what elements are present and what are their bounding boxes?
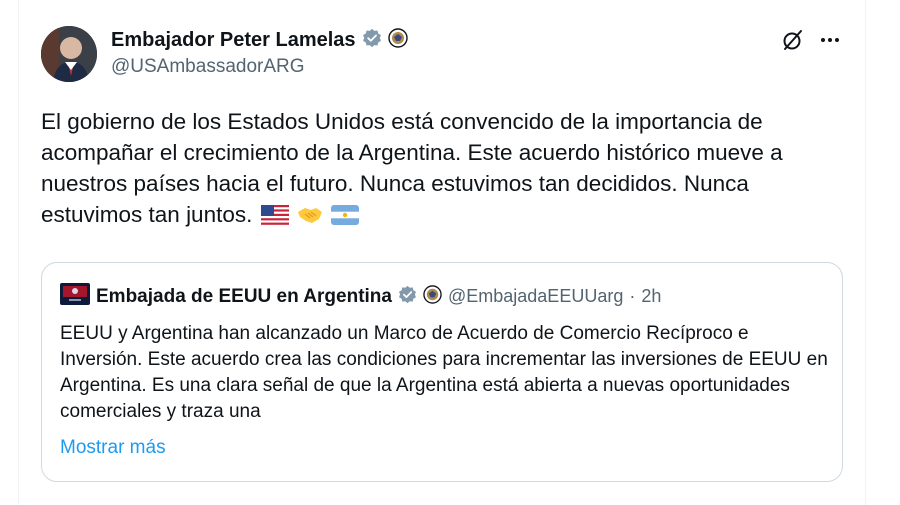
avatar[interactable] bbox=[41, 26, 97, 82]
post-text-body: El gobierno de los Estados Unidos está c… bbox=[41, 109, 783, 227]
grok-icon[interactable] bbox=[781, 28, 805, 52]
post-card: Embajador Peter Lamelas @USAmbassadorARG bbox=[18, 0, 866, 505]
post-text: El gobierno de los Estados Unidos está c… bbox=[41, 106, 841, 233]
quoted-timestamp[interactable]: 2h bbox=[641, 286, 661, 307]
us-flag-icon bbox=[260, 202, 289, 233]
time-separator: · bbox=[629, 286, 636, 306]
verified-badge-icon bbox=[362, 28, 382, 53]
quoted-post[interactable]: Embajada de EEUU en Argentina @EmbajadaE… bbox=[41, 262, 843, 482]
author-handle[interactable]: @USAmbassadorARG bbox=[111, 56, 305, 78]
argentina-flag-icon bbox=[331, 202, 360, 233]
quoted-post-text: EEUU y Argentina han alcanzado un Marco … bbox=[60, 323, 828, 422]
government-seal-icon bbox=[387, 28, 408, 53]
more-options-icon[interactable] bbox=[819, 29, 841, 51]
quoted-author-row: Embajada de EEUU en Argentina @EmbajadaE… bbox=[60, 283, 661, 310]
quoted-avatar[interactable] bbox=[60, 283, 90, 310]
author-name[interactable]: Embajador Peter Lamelas bbox=[111, 29, 356, 52]
quoted-author-name[interactable]: Embajada de EEUU en Argentina bbox=[96, 286, 392, 308]
post-actions bbox=[781, 28, 841, 52]
quoted-verified-badge-icon bbox=[398, 285, 417, 309]
show-more-link[interactable]: Mostrar más bbox=[60, 437, 166, 459]
handshake-icon bbox=[297, 202, 323, 233]
author-row: Embajador Peter Lamelas bbox=[111, 28, 408, 53]
quoted-author-handle[interactable]: @EmbajadaEEUUarg bbox=[448, 286, 623, 307]
quoted-government-seal-icon bbox=[423, 284, 442, 309]
